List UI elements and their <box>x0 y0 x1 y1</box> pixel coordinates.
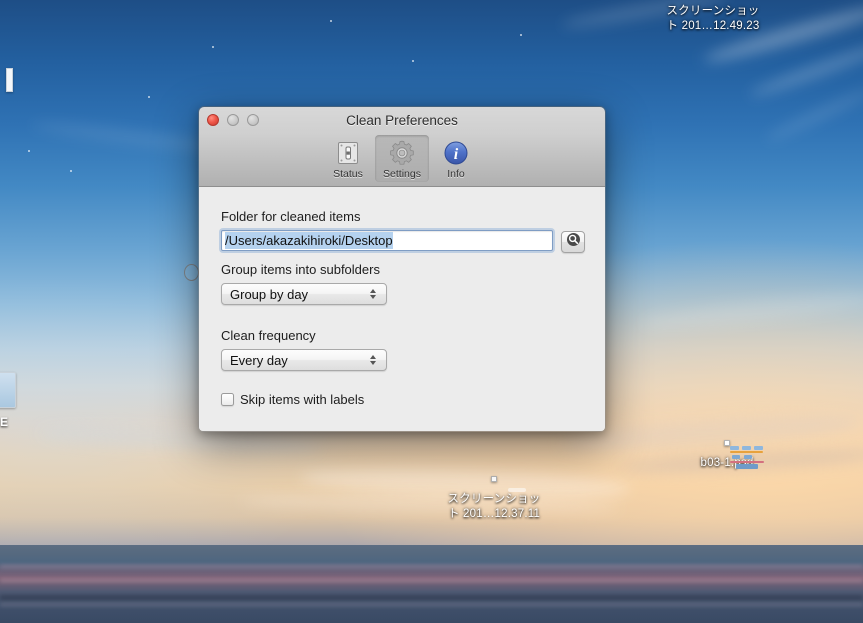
star <box>28 150 30 152</box>
magnifier-icon <box>566 232 581 252</box>
toolbar-tab-info-label: Info <box>447 168 465 180</box>
status-switch-icon <box>323 138 373 167</box>
clean-frequency-value: Every day <box>230 352 288 368</box>
desktop-icon-label-line1: b03-1.psd <box>700 457 754 469</box>
desktop-icon-screenshot-top-right[interactable]: スクリーンショッ ト 201…12.49.23 <box>648 4 778 34</box>
star <box>520 34 522 36</box>
window-content: Folder for cleaned items /Users/akazakih… <box>199 187 605 431</box>
info-circle-icon: i <box>431 138 481 167</box>
browse-folder-button[interactable] <box>561 231 585 253</box>
desktop-icon-label-line1: スクリーンショッ <box>447 493 541 505</box>
star <box>212 46 214 48</box>
star <box>412 60 414 62</box>
toolbar-tab-settings[interactable]: Settings <box>375 135 429 182</box>
toolbar-tab-status[interactable]: Status <box>321 135 375 182</box>
desktop-icon-label-line1: スクリーンショッ <box>666 5 760 17</box>
frequency-field-label: Clean frequency <box>221 328 316 343</box>
clean-preferences-window[interactable]: Clean Preferences Status Settings i Info… <box>198 106 606 432</box>
chevron-updown-icon <box>364 289 386 299</box>
clipped-desktop-icon-label: E <box>0 415 9 429</box>
desktop-screen: E スクリーンショッ ト 201…12.49.23 スクリーンショッ ト 201… <box>0 0 863 623</box>
desktop-icon-label-line2: ト 201…12.49.23 <box>666 20 760 32</box>
clipped-desktop-icon-left[interactable] <box>0 372 16 408</box>
desktop-icon-label-line2: ト 201…12.37.11 <box>447 508 541 520</box>
desktop-icon-psd-file[interactable]: b03-1.psd <box>662 440 792 471</box>
skip-labels-row[interactable]: Skip items with labels <box>221 392 364 407</box>
ocean-streak <box>0 565 863 568</box>
folder-path-input[interactable]: /Users/akazakihiroki/Desktop <box>221 230 553 251</box>
clean-frequency-select[interactable]: Every day <box>221 349 387 371</box>
psd-thumbnail-icon <box>724 440 764 469</box>
group-field-label: Group items into subfolders <box>221 262 380 277</box>
clipped-desktop-icon-top[interactable] <box>6 68 13 92</box>
window-titlebar[interactable]: Clean Preferences Status Settings i Info <box>199 107 605 187</box>
gear-icon <box>377 138 427 167</box>
folder-field-label: Folder for cleaned items <box>221 209 361 224</box>
skip-labels-checkbox[interactable] <box>221 393 234 406</box>
screenshot-thumbnail-icon <box>491 476 497 482</box>
toolbar-tab-status-label: Status <box>333 168 363 180</box>
folder-path-value: /Users/akazakihiroki/Desktop <box>225 232 393 249</box>
toolbar-tab-info[interactable]: i Info <box>429 135 483 182</box>
ocean-streak <box>0 603 863 606</box>
toolbar-tab-settings-label: Settings <box>383 168 421 180</box>
desktop-ring-artifact <box>184 264 199 281</box>
chevron-updown-icon <box>364 355 386 365</box>
star <box>330 20 332 22</box>
ocean-shadow <box>0 595 863 600</box>
desktop-icon-screenshot-bottom[interactable]: スクリーンショッ ト 201…12.37.11 <box>429 476 559 522</box>
group-by-select[interactable]: Group by day <box>221 283 387 305</box>
svg-text:i: i <box>454 146 459 163</box>
star <box>148 96 150 98</box>
window-toolbar: Status Settings i Info <box>199 135 605 182</box>
group-by-value: Group by day <box>230 286 309 302</box>
skip-labels-label: Skip items with labels <box>240 392 365 407</box>
window-title: Clean Preferences <box>346 113 458 128</box>
ocean-streak <box>0 579 863 582</box>
wallpaper-ocean <box>0 545 863 623</box>
star <box>70 170 72 172</box>
